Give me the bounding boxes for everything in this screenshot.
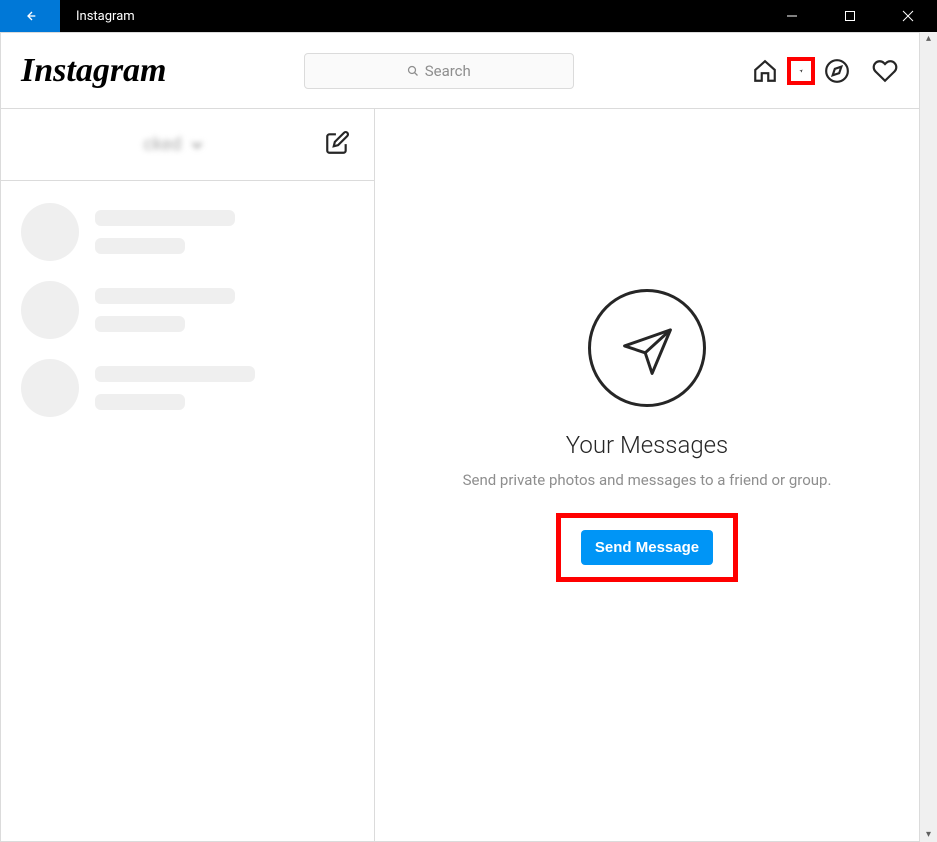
chevron-down-icon [188, 136, 206, 154]
list-item[interactable] [1, 193, 374, 271]
list-item[interactable] [1, 349, 374, 427]
window-title: Instagram [60, 9, 763, 24]
placeholder-line [95, 288, 235, 304]
top-nav: Instagram Search [1, 33, 919, 109]
nav-direct-messages[interactable] [787, 57, 815, 85]
send-message-highlight: Send Message [556, 513, 738, 582]
home-icon [752, 58, 778, 84]
nav-home[interactable] [751, 57, 779, 85]
nav-explore[interactable] [823, 57, 851, 85]
conversation-sidebar: cked [1, 109, 375, 842]
placeholder-line [95, 210, 235, 226]
nav-activity[interactable] [871, 57, 899, 85]
send-message-button[interactable]: Send Message [581, 530, 713, 565]
close-icon [902, 10, 914, 22]
placeholder-line [95, 366, 255, 382]
account-switcher[interactable]: cked [25, 134, 324, 155]
arrow-left-icon [22, 8, 38, 24]
placeholder-line [95, 238, 185, 254]
scroll-up-arrow[interactable]: ▴ [926, 34, 931, 44]
minimize-icon [786, 10, 798, 22]
search-icon [407, 65, 419, 77]
avatar [21, 203, 79, 261]
app-viewport: Instagram Search [0, 32, 920, 842]
placeholder-line [95, 316, 185, 332]
messages-empty-state: Your Messages Send private photos and me… [375, 109, 919, 842]
close-button[interactable] [879, 0, 937, 32]
search-placeholder: Search [425, 62, 471, 80]
direct-icon-circle [588, 289, 706, 407]
compass-icon [824, 58, 850, 84]
placeholder-line [95, 394, 185, 410]
conversation-list [1, 181, 374, 439]
empty-state-subtext: Send private photos and messages to a fr… [463, 471, 832, 489]
window-controls [763, 0, 937, 32]
heart-icon [872, 58, 898, 84]
vertical-scrollbar[interactable]: ▴ ▾ [920, 32, 937, 842]
maximize-button[interactable] [821, 0, 879, 32]
instagram-logo[interactable]: Instagram [21, 52, 167, 90]
back-button[interactable] [0, 0, 60, 32]
compose-icon [324, 130, 350, 156]
sidebar-header: cked [1, 109, 374, 181]
minimize-button[interactable] [763, 0, 821, 32]
window-titlebar: Instagram [0, 0, 937, 32]
list-item[interactable] [1, 271, 374, 349]
paper-plane-icon [799, 58, 803, 84]
scroll-down-arrow[interactable]: ▾ [926, 830, 931, 840]
account-username: cked [143, 134, 181, 155]
new-message-button[interactable] [324, 130, 350, 160]
maximize-icon [844, 10, 856, 22]
avatar [21, 281, 79, 339]
empty-state-heading: Your Messages [566, 431, 728, 459]
avatar [21, 359, 79, 417]
search-input[interactable]: Search [304, 53, 574, 89]
paper-plane-outline-icon [620, 323, 675, 378]
